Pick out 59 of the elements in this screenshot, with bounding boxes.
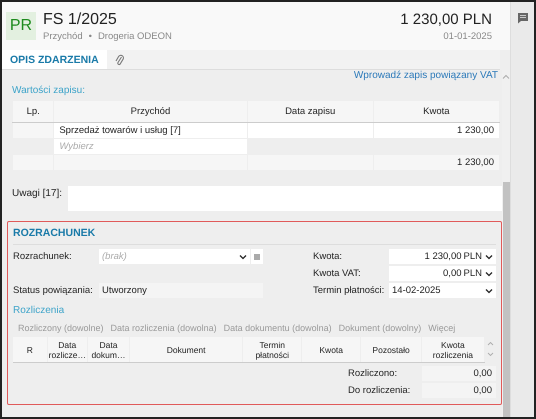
field-label: Rozrachunek: (13, 251, 73, 262)
scroll-arrows-icon[interactable] (486, 340, 494, 358)
paperclip-icon (114, 53, 124, 66)
table-cell: 1 230,00 (373, 122, 500, 138)
field-label: Kwota VAT: (313, 268, 362, 279)
filter-link[interactable]: Więcej (428, 323, 456, 333)
filter-link[interactable]: Dokument (dowolny) (338, 323, 422, 333)
summary-label: Rozliczono: (348, 368, 398, 379)
column-header: Przychód (54, 100, 248, 122)
field-label: Kwota: (313, 251, 344, 262)
column-header: R (13, 337, 48, 362)
column-header: Data dokum… (87, 337, 130, 362)
field-label: Termin płatności: (313, 285, 386, 296)
date-field[interactable]: 14-02-2025 (389, 283, 496, 298)
chevron-down-icon (239, 254, 247, 260)
section-title: ROZRACHUNEK (13, 222, 496, 245)
list-icon[interactable] (254, 254, 260, 260)
separator-dot: • (88, 30, 92, 42)
section-title: Rozliczenia (13, 305, 66, 316)
document-title: FS 1/2025 (43, 10, 118, 28)
status-field: Utworzony (99, 283, 263, 298)
summary-value: 0,00 (422, 366, 496, 381)
document-amount: 1 230,00 PLN (400, 10, 492, 28)
scroll-up-icon[interactable] (502, 74, 510, 80)
summary-value: 0,00 (422, 383, 496, 398)
amount-field[interactable]: 0,00 PLN (389, 266, 496, 281)
amount-field[interactable]: 1 230,00 PLN (389, 249, 496, 264)
table-cell: Sprzedaż towarów i usług [7] (54, 122, 248, 138)
notes-field[interactable] (68, 186, 502, 211)
filter-link[interactable]: Data dokumentu (dowolna) (224, 323, 332, 333)
chevron-down-icon (485, 254, 493, 260)
dropdown-field[interactable]: (brak) (99, 249, 250, 264)
tab[interactable]: OPIS ZDARZENIA (2, 50, 107, 69)
column-header: Lp. (12, 100, 54, 122)
column-header: Kwota rozliczenia (422, 337, 484, 362)
category-picker-field[interactable]: Wybierz (54, 138, 248, 154)
chevron-down-icon (485, 270, 493, 276)
document-type-badge: PR (6, 12, 36, 40)
section-title: Wartości zapisu: (12, 85, 86, 96)
document-date: 01-01-2025 (443, 30, 492, 42)
notes-label: Uwagi [17]: (12, 188, 62, 199)
filter-link[interactable]: Data rozliczenia (dowolna) (110, 323, 217, 333)
field-label: Status powiązania: (13, 285, 94, 296)
contractor-name: Drogeria ODEON (98, 30, 172, 42)
add-vat-entry-link[interactable]: Wprowadź zapis powiązany VAT (354, 70, 498, 81)
summary-label: Do rozliczenia: (348, 385, 412, 396)
column-header: Data zapisu (247, 100, 374, 122)
document-type: Przychód (43, 30, 83, 42)
column-header: Dokument (130, 337, 243, 362)
column-header: Pozostało (360, 337, 422, 362)
chevron-down-icon (485, 288, 493, 294)
total-amount: 1 230,00 (373, 154, 500, 170)
column-header: Kwota (373, 100, 500, 122)
filter-link[interactable]: Rozliczony (dowolne) (18, 323, 104, 333)
column-header: Termin płatności (242, 337, 302, 362)
column-header: Data rozlicze… (47, 337, 88, 362)
comment-icon[interactable] (516, 12, 528, 24)
scrollbar-thumb[interactable] (502, 182, 510, 417)
column-header: Kwota (302, 337, 361, 362)
